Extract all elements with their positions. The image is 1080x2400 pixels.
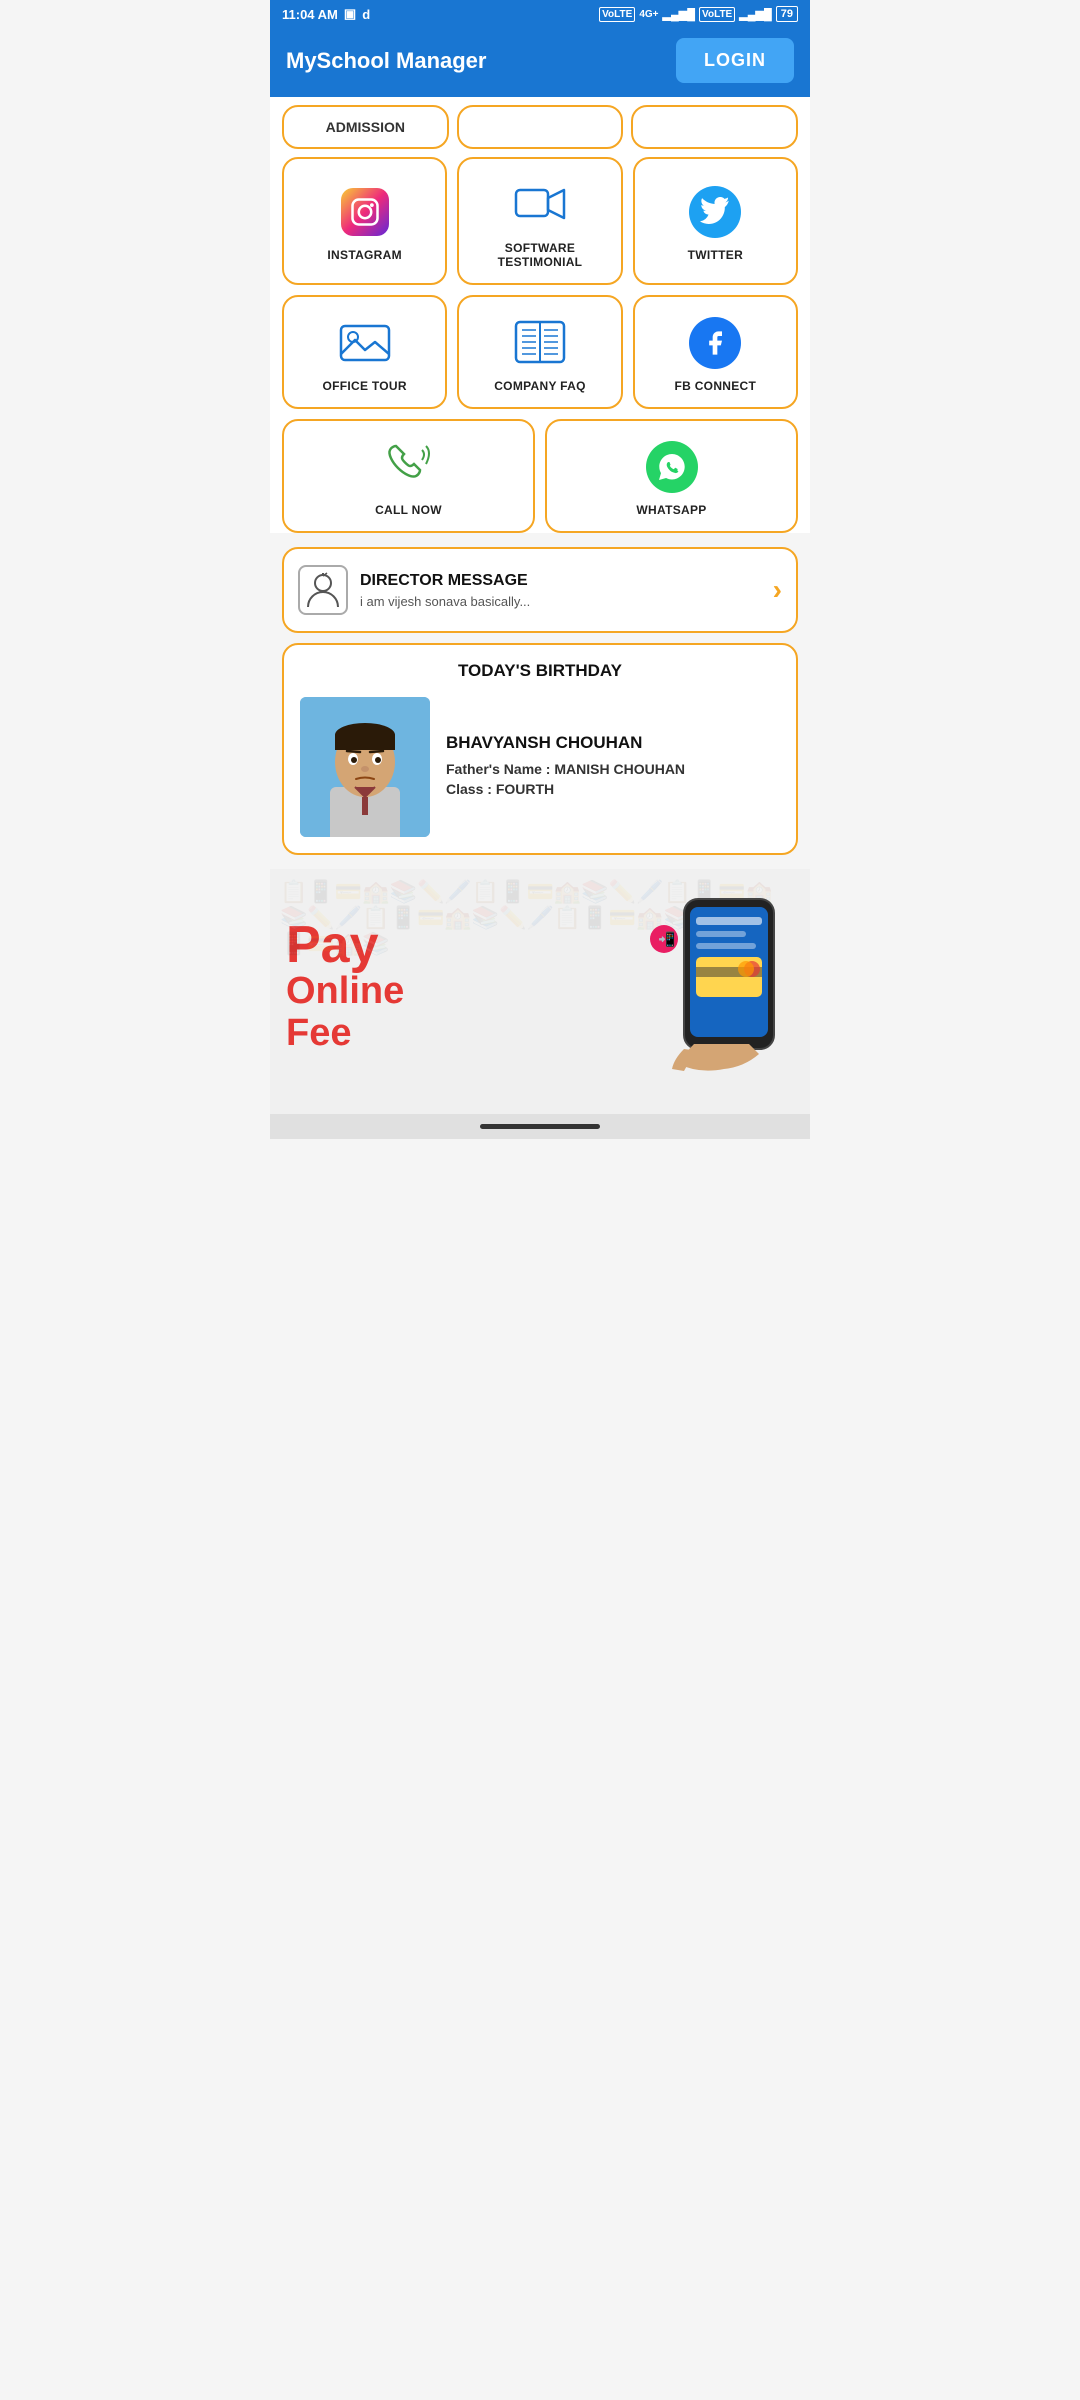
director-message-subtitle: i am vijesh sonava basically...: [360, 594, 761, 609]
battery-display: 79: [776, 6, 798, 22]
fb-connect-label: FB CONNECT: [674, 379, 756, 393]
whatsapp-icon: [644, 439, 700, 495]
director-text-block: DIRECTOR MESSAGE i am vijesh sonava basi…: [360, 572, 761, 609]
pay-online-banner[interactable]: 📋📱💳🏫📚✏️🖊️📋📱💳🏫📚✏️🖊️📋📱💳🏫📚✏️🖊️📋📱💳🏫📚✏️🖊️📋📱💳🏫…: [270, 869, 810, 1114]
director-message-card[interactable]: DIRECTOR MESSAGE i am vijesh sonava basi…: [282, 547, 798, 633]
director-message-title: DIRECTOR MESSAGE: [360, 572, 761, 590]
birthday-photo: [300, 697, 430, 837]
phone-icon: [381, 439, 437, 495]
image-icon: [337, 315, 393, 371]
birthday-father: Father's Name : MANISH CHOUHAN: [446, 761, 780, 777]
admission-button[interactable]: ADMISSION: [282, 105, 449, 149]
time-display: 11:04 AM: [282, 7, 338, 22]
sim-icon: ▣: [344, 6, 356, 22]
birthday-section-title: TODAY'S BIRTHDAY: [300, 661, 780, 681]
app-title: MySchool Manager: [286, 48, 486, 74]
status-right: VoLTE 4G+ ▂▄▆█ VoLTE ▂▄▆█ 79: [599, 6, 798, 22]
icon-grid-row1: INSTAGRAM SOFTWARE TESTIMONIAL TWIT: [282, 157, 798, 409]
birthday-card: TODAY'S BIRTHDAY: [282, 643, 798, 855]
grid-container: ADMISSION INSTAGRAM: [270, 97, 810, 533]
network-4g: 4G+: [639, 9, 658, 20]
whatsapp-cell[interactable]: WHATSAPP: [545, 419, 798, 533]
twitter-label: TWITTER: [688, 248, 743, 262]
instagram-label: INSTAGRAM: [327, 248, 401, 262]
director-profile-icon: [298, 565, 348, 615]
birthday-info: BHAVYANSH CHOUHAN Father's Name : MANISH…: [446, 733, 780, 801]
pay-text-fee: Fee: [286, 1013, 404, 1055]
empty-cell-2: [631, 105, 798, 149]
director-arrow-icon: ›: [773, 574, 782, 606]
pay-text-online: Online: [286, 971, 404, 1013]
volte-icon: VoLTE: [599, 7, 635, 22]
pay-text-block: Pay Online Fee: [286, 919, 404, 1055]
d-icon: d: [362, 7, 370, 22]
birthday-name: BHAVYANSH CHOUHAN: [446, 733, 780, 753]
birthday-content: BHAVYANSH CHOUHAN Father's Name : MANISH…: [300, 697, 780, 837]
video-camera-icon: [512, 177, 568, 233]
office-tour-label: OFFICE TOUR: [322, 379, 406, 393]
software-testimonial-cell[interactable]: SOFTWARE TESTIMONIAL: [457, 157, 622, 285]
app-header: MySchool Manager LOGIN: [270, 28, 810, 97]
pay-text-pay: Pay: [286, 919, 404, 971]
fb-connect-cell[interactable]: FB CONNECT: [633, 295, 798, 409]
home-indicator: [270, 1114, 810, 1139]
status-bar: 11:04 AM ▣ d VoLTE 4G+ ▂▄▆█ VoLTE ▂▄▆█ 7…: [270, 0, 810, 28]
facebook-icon: [687, 315, 743, 371]
twitter-icon: [687, 184, 743, 240]
phone-illustration: 📲: [634, 889, 794, 1084]
status-left: 11:04 AM ▣ d: [282, 6, 370, 22]
empty-cell-1: [457, 105, 624, 149]
svg-text:📲: 📲: [658, 931, 675, 948]
signal-bars-2: ▂▄▆█: [739, 8, 772, 21]
call-now-label: CALL NOW: [375, 503, 442, 517]
birthday-class: Class : FOURTH: [446, 781, 780, 797]
instagram-cell[interactable]: INSTAGRAM: [282, 157, 447, 285]
home-bar: [480, 1124, 600, 1129]
login-button[interactable]: LOGIN: [676, 38, 794, 83]
twitter-cell[interactable]: TWITTER: [633, 157, 798, 285]
instagram-icon: [337, 184, 393, 240]
book-icon: [512, 315, 568, 371]
whatsapp-label: WHATSAPP: [636, 503, 706, 517]
signal-bars-1: ▂▄▆█: [663, 8, 696, 21]
call-now-cell[interactable]: CALL NOW: [282, 419, 535, 533]
icon-grid-row3: CALL NOW WHATSAPP: [282, 419, 798, 533]
office-tour-cell[interactable]: OFFICE TOUR: [282, 295, 447, 409]
company-faq-cell[interactable]: COMPANY FAQ: [457, 295, 622, 409]
company-faq-label: COMPANY FAQ: [494, 379, 586, 393]
volte2-icon: VoLTE: [699, 7, 735, 22]
admission-row: ADMISSION: [282, 105, 798, 149]
software-testimonial-label: SOFTWARE TESTIMONIAL: [467, 241, 612, 269]
